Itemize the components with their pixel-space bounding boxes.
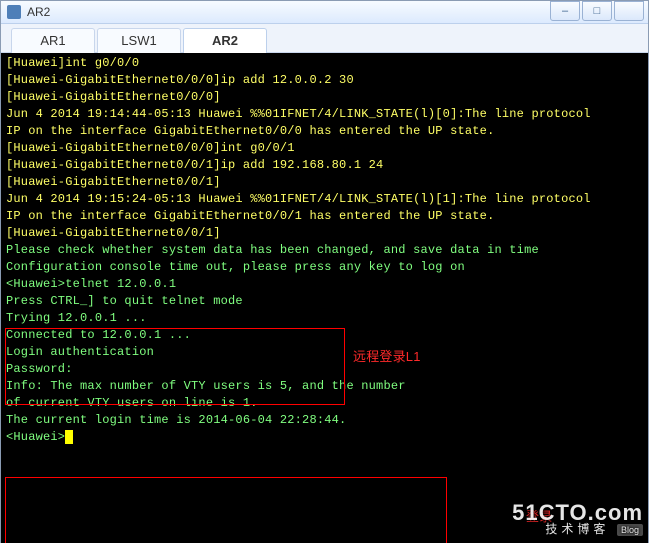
terminal-prompt: <Huawei> <box>6 430 65 444</box>
tab-bar: AR1 LSW1 AR2 <box>1 24 648 53</box>
terminal-line: [Huawei-GigabitEthernet0/0/1] <box>6 174 591 191</box>
terminal-line: Connected to 12.0.0.1 ... <box>6 327 591 344</box>
annotation-label-telnet: 远程登录L1 <box>353 348 421 365</box>
terminal-line: IP on the interface GigabitEthernet0/0/1… <box>6 208 591 225</box>
terminal-line: [Huawei-GigabitEthernet0/0/0] <box>6 89 591 106</box>
terminal-line: of current VTY users on line is 1. <box>6 395 591 412</box>
terminal-line: [Huawei-GigabitEthernet0/0/0]int g0/0/1 <box>6 140 591 157</box>
tab-ar2[interactable]: AR2 <box>183 28 267 53</box>
terminal-line: Jun 4 2014 19:14:44-05:13 Huawei %%01IFN… <box>6 106 591 123</box>
terminal-line: Press CTRL_] to quit telnet mode <box>6 293 591 310</box>
terminal-line: Info: The max number of VTY users is 5, … <box>6 378 591 395</box>
terminal-line: [Huawei]int g0/0/0 <box>6 55 591 72</box>
title-bar[interactable]: AR2 – □ <box>1 1 648 24</box>
terminal-line: [Huawei-GigabitEthernet0/0/1] <box>6 225 591 242</box>
terminal-line: [Huawei-GigabitEthernet0/0/1]ip add 192.… <box>6 157 591 174</box>
terminal-line: Password: <box>6 361 591 378</box>
terminal-line: [Huawei-GigabitEthernet0/0/0]ip add 12.0… <box>6 72 591 89</box>
terminal-line: Login authentication <box>6 344 591 361</box>
tab-lsw1[interactable]: LSW1 <box>97 28 181 53</box>
window-title: AR2 <box>27 5 50 19</box>
cursor-icon <box>65 430 73 444</box>
terminal-prompt-line[interactable]: <Huawei> <box>6 429 591 446</box>
terminal[interactable]: [Huawei]int g0/0/0[Huawei-GigabitEtherne… <box>1 53 648 543</box>
overflow-button[interactable] <box>614 1 644 21</box>
terminal-line: Configuration console time out, please p… <box>6 259 591 276</box>
terminal-line: Jun 4 2014 19:15:24-05:13 Huawei %%01IFN… <box>6 191 591 208</box>
window-buttons: – □ <box>550 1 644 21</box>
annotation-label-login: 登录 <box>526 508 552 525</box>
terminal-line: Trying 12.0.0.1 ... <box>6 310 591 327</box>
maximize-button[interactable]: □ <box>582 1 612 21</box>
minimize-button[interactable]: – <box>550 1 580 21</box>
terminal-line: Please check whether system data has bee… <box>6 242 591 259</box>
terminal-content: [Huawei]int g0/0/0[Huawei-GigabitEtherne… <box>6 55 591 446</box>
app-icon <box>7 5 21 19</box>
app-window: AR2 – □ AR1 LSW1 AR2 [Huawei]int g0/0/0[… <box>0 0 649 543</box>
terminal-line: The current login time is 2014-06-04 22:… <box>6 412 591 429</box>
annotation-box-login <box>5 477 447 543</box>
tab-ar1[interactable]: AR1 <box>11 28 95 53</box>
terminal-line: <Huawei>telnet 12.0.0.1 <box>6 276 591 293</box>
terminal-line: IP on the interface GigabitEthernet0/0/0… <box>6 123 591 140</box>
watermark-line2: 技术博客 <box>545 522 609 536</box>
watermark-tag: Blog <box>617 524 643 536</box>
